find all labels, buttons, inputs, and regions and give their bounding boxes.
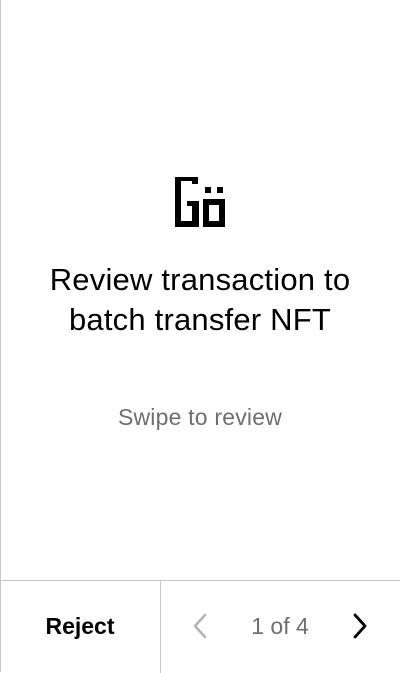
swipe-hint: Swipe to review <box>117 404 283 430</box>
page-indicator: 1 of 4 <box>251 613 309 639</box>
next-page-button[interactable] <box>345 611 375 641</box>
reject-button[interactable]: Reject <box>0 581 160 672</box>
go-logo-icon <box>175 177 225 227</box>
review-title: Review transaction to batch transfer NFT <box>49 262 351 337</box>
chevron-right-icon <box>353 613 367 639</box>
review-screen[interactable]: Review transaction to batch transfer NFT… <box>0 0 400 580</box>
pagination: 1 of 4 <box>161 581 400 672</box>
previous-page-button[interactable] <box>185 611 215 641</box>
chevron-left-icon <box>193 613 207 639</box>
action-footer: Reject 1 of 4 <box>0 580 400 673</box>
